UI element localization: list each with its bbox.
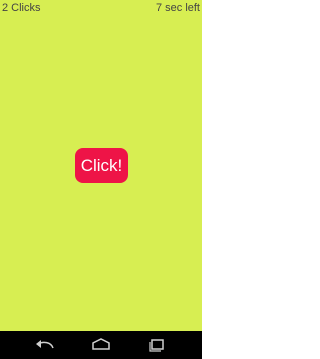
click-count: 2 Clicks (2, 2, 41, 14)
recents-button[interactable] (145, 337, 169, 353)
home-button[interactable] (89, 337, 113, 353)
back-button[interactable] (33, 337, 57, 353)
recents-icon (149, 339, 164, 352)
time-remaining: 7 sec left (155, 2, 200, 14)
back-icon (36, 340, 54, 349)
click-button[interactable]: Click! (75, 148, 128, 183)
system-navigation-bar (0, 331, 202, 359)
home-icon (92, 338, 110, 350)
game-screen: 2 Clicks 7 sec left Click! (0, 0, 202, 331)
score-bar: 2 Clicks 7 sec left (0, 1, 202, 15)
